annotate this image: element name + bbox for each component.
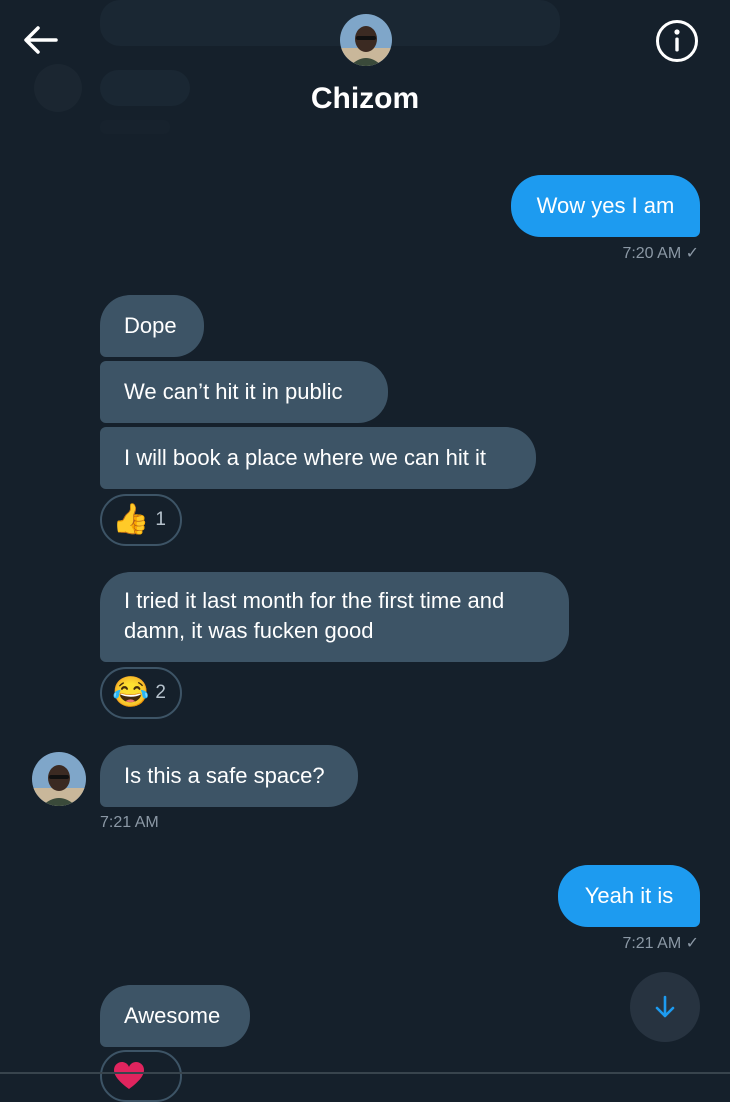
contact-name[interactable]: Chizom	[0, 82, 730, 116]
sender-avatar[interactable]	[32, 752, 86, 806]
incoming-message[interactable]: Dope	[100, 295, 204, 357]
conversation-info-button[interactable]	[654, 18, 700, 64]
arrow-left-icon	[24, 26, 58, 54]
incoming-message[interactable]: We can’t hit it in public	[100, 361, 388, 423]
message-reaction[interactable]: 😂 2	[100, 667, 182, 719]
composer-divider	[0, 1072, 730, 1074]
thumbs-up-icon: 👍	[112, 503, 150, 536]
contact-avatar[interactable]	[340, 14, 392, 66]
message-reaction[interactable]	[100, 1050, 182, 1102]
scroll-to-bottom-button[interactable]	[630, 972, 700, 1042]
outgoing-message[interactable]: Wow yes I am	[511, 175, 700, 237]
message-timestamp: 7:20 AM ✓	[622, 245, 699, 262]
back-button[interactable]	[20, 20, 60, 60]
incoming-message[interactable]: I tried it last month for the first time…	[100, 572, 569, 662]
outgoing-message[interactable]: Yeah it is	[558, 865, 700, 927]
message-timestamp: 7:21 AM	[100, 814, 159, 831]
reaction-count: 1	[155, 509, 166, 530]
conversation-header: Chizom	[0, 0, 730, 140]
incoming-message[interactable]: I will book a place where we can hit it	[100, 427, 536, 489]
reaction-count: 2	[155, 682, 166, 703]
message-timestamp: 7:21 AM ✓	[622, 935, 699, 952]
message-reaction[interactable]: 👍 1	[100, 494, 182, 546]
heart-icon	[114, 1062, 144, 1089]
tears-of-joy-icon: 😂	[112, 676, 150, 709]
info-circle-icon	[656, 20, 698, 62]
incoming-message[interactable]: Awesome	[100, 985, 250, 1047]
incoming-message[interactable]: Is this a safe space?	[100, 745, 358, 807]
arrow-down-icon	[655, 995, 675, 1018]
